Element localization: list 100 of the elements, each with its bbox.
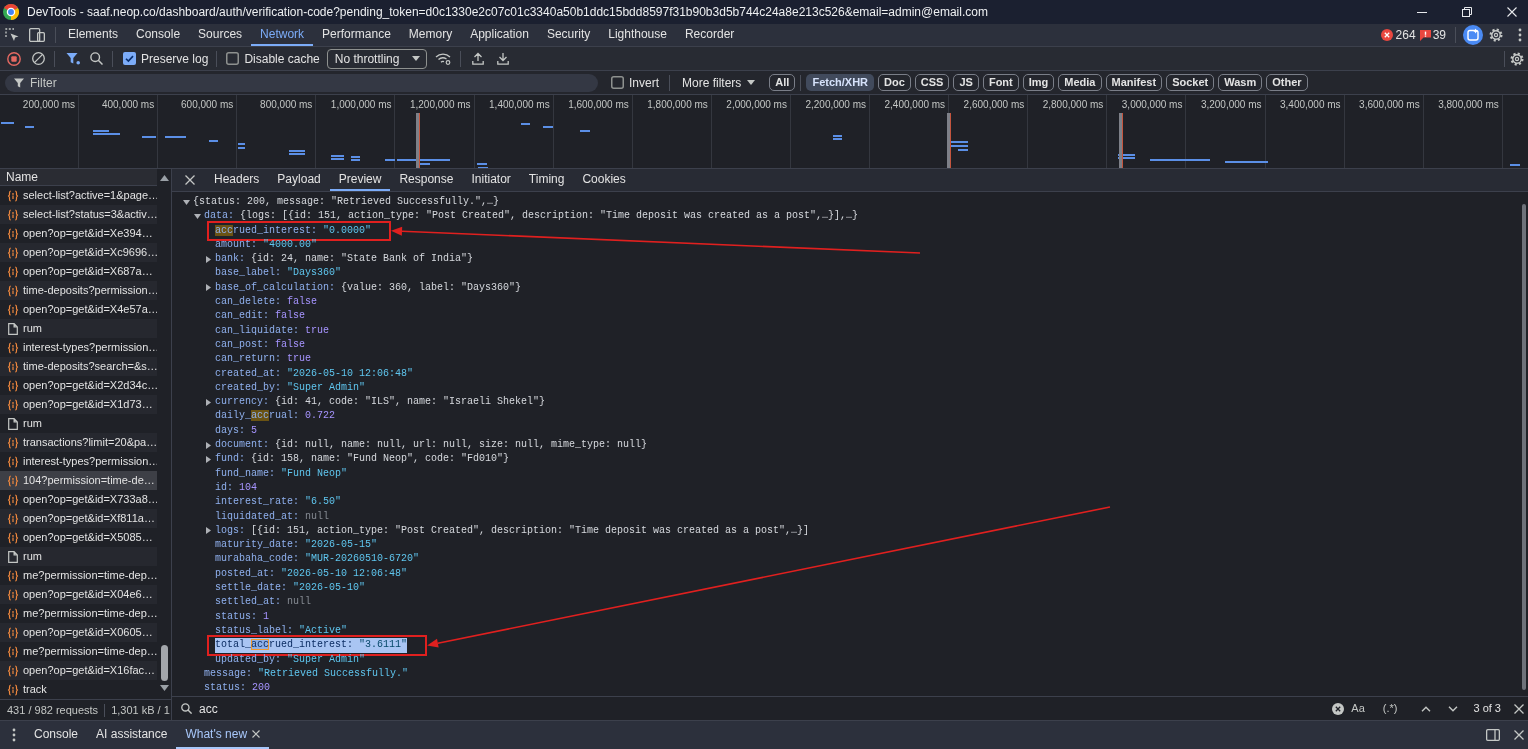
scrollbar-thumb[interactable] [160, 645, 168, 681]
clear-search-icon[interactable] [1332, 702, 1345, 715]
request-row[interactable]: open?op=get&id=X04e6… [0, 585, 157, 604]
more-options-icon[interactable] [12, 728, 16, 742]
restore-window-icon[interactable] [1462, 7, 1472, 17]
request-row[interactable]: time-deposits?search=&s… [0, 357, 157, 376]
request-row[interactable]: open?op=get&id=X16fac… [0, 661, 157, 680]
throttling-dropdown[interactable]: No throttling [326, 48, 427, 69]
request-row[interactable]: rum [0, 319, 157, 338]
clear-icon[interactable] [32, 52, 45, 65]
type-filter-chip[interactable]: Media [1058, 74, 1102, 91]
tab[interactable]: Application [461, 24, 538, 46]
tab[interactable]: Timing [519, 169, 574, 191]
match-case-button[interactable]: Aa [1349, 700, 1367, 717]
error-count[interactable]: 264 [1395, 26, 1416, 44]
tab[interactable]: Lighthouse [599, 24, 676, 46]
settings-icon[interactable] [1489, 28, 1503, 42]
type-filter-chip[interactable]: Manifest [1105, 74, 1163, 91]
tab[interactable]: Elements [59, 24, 128, 46]
download-icon[interactable] [496, 52, 509, 65]
match-count: 3 of 3 [1473, 701, 1501, 717]
tab[interactable]: Security [537, 24, 600, 46]
issue-count[interactable]: 39 [1432, 26, 1446, 44]
tab[interactable]: Headers [205, 169, 269, 191]
tab[interactable]: Response [390, 169, 463, 191]
caret-up-icon[interactable] [1421, 705, 1432, 712]
drawer-tab[interactable]: What's new [176, 721, 270, 749]
close-icon[interactable] [1514, 703, 1524, 714]
request-row[interactable]: select-list?status=3&activ… [0, 205, 157, 224]
tab[interactable]: Initiator [462, 169, 520, 191]
type-filter-chip[interactable]: Socket [1166, 74, 1215, 91]
request-row[interactable]: time-deposits?permission… [0, 281, 157, 300]
request-row[interactable]: open?op=get&id=Xc9696… [0, 243, 157, 262]
caret-down-icon[interactable] [183, 199, 190, 205]
request-row[interactable]: open?op=get&id=X0605… [0, 623, 157, 642]
filter-field[interactable]: Filter [5, 73, 598, 92]
drawer-tab[interactable]: Console [25, 721, 88, 749]
type-filter-chip[interactable]: Fetch/XHR [806, 74, 875, 91]
stop-recording-icon[interactable] [7, 51, 21, 66]
checkbox[interactable] [123, 52, 136, 65]
request-row[interactable]: 104?permission=time-de… [0, 471, 157, 490]
caret-right-icon[interactable] [206, 284, 211, 292]
minimize-icon[interactable] [1417, 11, 1427, 13]
tab[interactable]: Cookies [573, 169, 635, 191]
request-row[interactable]: rum [0, 547, 157, 566]
device-icon[interactable] [29, 28, 45, 42]
column-header[interactable]: Name [0, 169, 157, 186]
upload-icon[interactable] [471, 52, 484, 65]
tab[interactable]: Sources [189, 24, 252, 46]
element-picker-icon[interactable] [5, 28, 19, 42]
caret-down-icon[interactable] [1448, 705, 1459, 712]
type-filter-chip[interactable]: JS [953, 74, 979, 91]
type-filter-chip[interactable]: Doc [878, 74, 911, 91]
wifi-gear-icon[interactable] [434, 52, 451, 65]
settings-icon[interactable] [1510, 51, 1524, 66]
request-count: 431 / 982 requests [7, 702, 99, 718]
caret-down-icon[interactable] [194, 213, 201, 219]
scrollbar-thumb[interactable] [1521, 204, 1526, 690]
type-filter-chip[interactable]: All [769, 74, 796, 91]
issue-icon[interactable] [1419, 29, 1431, 41]
caret-right-icon[interactable] [206, 255, 211, 263]
checkbox[interactable] [226, 52, 240, 65]
request-row[interactable]: transactions?limit=20&pa… [0, 433, 157, 452]
caret-right-icon[interactable] [206, 527, 211, 535]
request-row[interactable]: open?op=get&id=X1d73… [0, 395, 157, 414]
error-icon[interactable] [1380, 29, 1393, 41]
type-filter-chip[interactable]: Font [982, 74, 1019, 91]
close-icon[interactable] [252, 730, 261, 738]
type-filter-chip[interactable]: Other [1266, 74, 1308, 91]
caret-right-icon[interactable] [206, 456, 211, 463]
type-filter-chip[interactable]: Img [1022, 74, 1055, 91]
regex-button[interactable]: (.*) [1380, 700, 1400, 717]
caret-right-icon[interactable] [206, 398, 211, 406]
caret-right-icon[interactable] [206, 441, 211, 449]
dock-side-icon[interactable] [1486, 729, 1500, 741]
search-input[interactable]: acc [199, 699, 1333, 718]
close-icon[interactable] [185, 175, 195, 185]
checkbox-label[interactable]: Invert [629, 73, 659, 92]
sparkle-chat-icon[interactable] [1463, 25, 1483, 45]
close-icon[interactable] [1514, 730, 1524, 740]
more-options-icon[interactable] [1518, 28, 1522, 42]
checkbox-label[interactable]: Disable cache [244, 49, 320, 68]
triangle-down-icon[interactable] [159, 685, 169, 691]
checkbox-label[interactable]: Preserve log [141, 49, 209, 68]
checkbox[interactable] [611, 76, 624, 89]
type-filter-chip[interactable]: Wasm [1218, 74, 1263, 91]
type-filter-chip[interactable]: CSS [914, 74, 950, 91]
triangle-up-icon[interactable] [159, 175, 169, 181]
drawer-tab[interactable]: AI assistance [87, 721, 177, 749]
filter-icon[interactable] [66, 52, 80, 65]
more-filters-dropdown[interactable]: More filters [682, 73, 756, 92]
tab[interactable]: Performance [313, 24, 400, 46]
request-row[interactable]: open?op=get&id=Xf811a… [0, 509, 157, 528]
tab[interactable]: Payload [268, 169, 330, 191]
tab[interactable]: Preview [329, 169, 391, 191]
tab[interactable]: Memory [399, 24, 462, 46]
search-icon[interactable] [90, 52, 103, 65]
tab[interactable]: Console [127, 24, 190, 46]
property-value: "4000.00" [262, 237, 318, 252]
tab[interactable]: Recorder [675, 24, 744, 46]
